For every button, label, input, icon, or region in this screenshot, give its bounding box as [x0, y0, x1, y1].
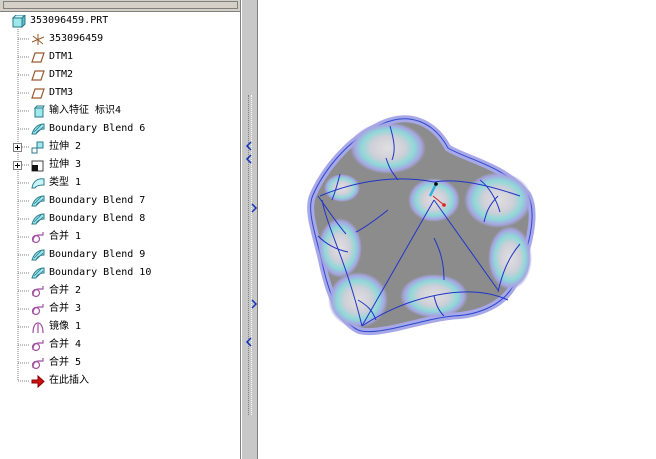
collapse-left-arrow-icon[interactable] — [244, 154, 254, 164]
tree-item[interactable]: 类型 1 — [0, 174, 240, 192]
tree-item[interactable]: 合并 1 — [0, 228, 240, 246]
coordinate-system-icon — [31, 34, 45, 45]
boundary-blend-icon — [31, 267, 45, 279]
boundary-blend-icon — [31, 195, 45, 207]
part-icon — [12, 15, 26, 28]
tree-item-label: Boundary Blend 10 — [49, 267, 152, 278]
merge-icon — [31, 304, 44, 316]
tree-item[interactable]: Boundary Blend 6 — [0, 120, 240, 138]
tree-item[interactable]: 拉伸 3 — [0, 156, 240, 174]
tree-item-label: Boundary Blend 6 — [49, 123, 146, 134]
tree-item-label: 拉伸 2 — [49, 141, 82, 152]
tree-item-label: 镜像 1 — [49, 321, 82, 332]
merge-icon — [31, 286, 44, 298]
datum-plane-icon — [31, 88, 45, 99]
tree-item[interactable]: 拉伸 2 — [0, 138, 240, 156]
tree-item-label: 类型 1 — [49, 177, 82, 188]
tree-item[interactable]: DTM1 — [0, 48, 240, 66]
extrude-icon — [31, 141, 44, 154]
tree-item-label: 合并 4 — [49, 339, 82, 350]
merge-icon — [31, 340, 44, 352]
tree-item[interactable]: 353096459.PRT — [0, 12, 240, 30]
tree-item-label: 合并 1 — [49, 231, 82, 242]
tree-item-label: 合并 3 — [49, 303, 82, 314]
tree-item-label: DTM2 — [49, 69, 74, 80]
surface-type-icon — [31, 178, 45, 189]
tree-item[interactable]: 合并 5 — [0, 354, 240, 372]
tree-item-label: 输入特征 标识4 — [49, 105, 122, 116]
extrude-cut-icon — [31, 160, 44, 172]
tree-item-label: 353096459.PRT — [30, 15, 109, 26]
pane-splitter[interactable] — [241, 0, 258, 459]
surface-highlight — [464, 172, 532, 228]
tree-item[interactable]: DTM3 — [0, 84, 240, 102]
tree-item[interactable]: DTM2 — [0, 66, 240, 84]
tree-item[interactable]: 输入特征 标识4 — [0, 102, 240, 120]
tree-item[interactable]: 镜像 1 — [0, 318, 240, 336]
boundary-blend-icon — [31, 249, 45, 261]
tree-item[interactable]: 合并 4 — [0, 336, 240, 354]
mirror-icon — [32, 322, 44, 334]
tree-item-label: 在此插入 — [49, 375, 89, 386]
tree-item[interactable]: Boundary Blend 10 — [0, 264, 240, 282]
tree-item[interactable]: Boundary Blend 9 — [0, 246, 240, 264]
surface-highlight — [350, 122, 426, 174]
tree-item-label: 拉伸 3 — [49, 159, 82, 170]
tree-item[interactable]: 合并 3 — [0, 300, 240, 318]
insert-here-arrow-icon — [31, 375, 45, 388]
tree-item[interactable]: 在此插入 — [0, 372, 240, 390]
collapse-left-arrow-icon[interactable] — [244, 141, 254, 151]
tree-expand-toggle[interactable] — [13, 161, 22, 170]
tree-expand-toggle[interactable] — [13, 143, 22, 152]
tree-item[interactable]: 合并 2 — [0, 282, 240, 300]
tree-item[interactable]: Boundary Blend 7 — [0, 192, 240, 210]
tree-item-label: Boundary Blend 8 — [49, 213, 146, 224]
tree-item-label: 353096459 — [49, 33, 104, 44]
merge-icon — [31, 232, 44, 244]
boundary-blend-icon — [31, 123, 45, 135]
tree-item[interactable]: 353096459 — [0, 30, 240, 48]
collapse-left-arrow-icon[interactable] — [244, 337, 254, 347]
graphics-viewport[interactable] — [258, 0, 656, 459]
boundary-blend-icon — [31, 213, 45, 225]
model-tree-panel: 353096459.PRT 353096459 DTM1 DTM2 DTM3 输入特征 标… — [0, 0, 241, 459]
datum-plane-icon — [31, 52, 45, 63]
tree-item-label: DTM3 — [49, 87, 74, 98]
datum-plane-icon — [31, 70, 45, 81]
import-feature-icon — [33, 105, 45, 118]
3d-model-surface[interactable] — [258, 0, 656, 459]
merge-icon — [31, 358, 44, 370]
tree-item-label: Boundary Blend 9 — [49, 249, 146, 260]
tree-item-label: DTM1 — [49, 51, 74, 62]
tree-item[interactable]: Boundary Blend 8 — [0, 210, 240, 228]
tree-item-label: 合并 2 — [49, 285, 82, 296]
tree-item-label: 合并 5 — [49, 357, 82, 368]
tree-item-label: Boundary Blend 7 — [49, 195, 146, 206]
model-tree-header — [0, 0, 240, 12]
